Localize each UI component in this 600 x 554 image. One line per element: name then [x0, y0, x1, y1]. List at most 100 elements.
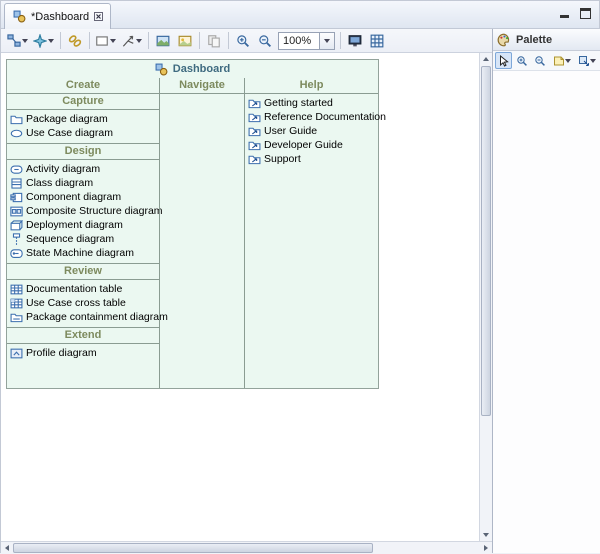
vertical-scrollbar-thumb[interactable]: [481, 66, 491, 416]
tab-title: *Dashboard: [31, 11, 89, 23]
shape-tool-button[interactable]: [93, 31, 119, 51]
shape-tool-icon: [95, 34, 109, 48]
select-tool-button[interactable]: [495, 52, 512, 69]
horizontal-scrollbar-thumb[interactable]: [13, 543, 373, 553]
chevron-down-icon: [110, 37, 117, 44]
minimize-button[interactable]: [559, 8, 570, 19]
palette-collapse-icon[interactable]: [589, 35, 597, 45]
maximize-button[interactable]: [580, 8, 591, 19]
zoom-out-icon: [258, 34, 272, 48]
list-item-composite-structure-diagram[interactable]: Composite Structure diagram: [7, 204, 159, 218]
list-item-user-guide[interactable]: User Guide: [245, 124, 378, 138]
wizard-menu-button[interactable]: [31, 31, 57, 51]
deployment-icon: [10, 219, 23, 232]
composite-icon: [10, 205, 23, 218]
palette-panel: Palette: [492, 29, 600, 553]
copy-button[interactable]: [203, 31, 225, 51]
ellipse-icon: [10, 127, 23, 140]
scroll-up-button[interactable]: [480, 53, 492, 65]
hyperlink-button[interactable]: [64, 31, 86, 51]
list-item-package-containment-diagram[interactable]: Package containment diagram: [7, 310, 159, 324]
list-item-profile-diagram[interactable]: Profile diagram: [7, 346, 159, 360]
scroll-down-button[interactable]: [480, 529, 492, 541]
list-item-usecase-cross-table[interactable]: Use Case cross table: [7, 296, 159, 310]
main-toolbar: 100%: [1, 29, 493, 53]
list-item-reference-documentation[interactable]: Reference Documentation: [245, 110, 378, 124]
select-tool-icon: [497, 54, 510, 68]
toolbar-separator: [148, 32, 149, 49]
chevron-down-icon: [590, 57, 597, 64]
toolbar-separator: [228, 32, 229, 49]
class-icon: [10, 177, 23, 190]
chevron-down-icon: [324, 37, 331, 44]
help-column: Help Getting started Reference Documenta…: [244, 78, 378, 388]
list-item-support[interactable]: Support: [245, 152, 378, 166]
chevron-down-icon: [22, 37, 29, 44]
toolbar-separator: [89, 32, 90, 49]
navigate-column: Navigate: [159, 78, 244, 388]
snapshot-icon: [156, 34, 170, 48]
palette-header[interactable]: Palette: [493, 29, 600, 51]
palette-zoom-out-button[interactable]: [532, 52, 549, 69]
list-item-getting-started[interactable]: Getting started: [245, 96, 378, 110]
list-item-deployment-diagram[interactable]: Deployment diagram: [7, 218, 159, 232]
nav-folder-icon: [248, 111, 261, 124]
review-section-header: Review: [7, 264, 159, 280]
nav-folder-icon: [248, 139, 261, 152]
list-item-documentation-table[interactable]: Documentation table: [7, 282, 159, 296]
list-item-statemachine-diagram[interactable]: State Machine diagram: [7, 246, 159, 260]
help-column-header: Help: [245, 78, 378, 94]
help-items: Getting started Reference Documentation …: [245, 94, 378, 169]
list-item-class-diagram[interactable]: Class diagram: [7, 176, 159, 190]
zoom-out-button[interactable]: [254, 31, 276, 51]
dashboard-tab-icon: [12, 10, 26, 24]
vertical-scrollbar[interactable]: [479, 53, 492, 541]
list-item-developer-guide[interactable]: Developer Guide: [245, 138, 378, 152]
note-tool-icon: [552, 54, 565, 68]
scroll-left-button[interactable]: [1, 542, 13, 554]
extend-section: Profile diagram: [7, 344, 159, 363]
chevron-down-icon: [565, 57, 572, 64]
note-tool-button[interactable]: [550, 52, 574, 69]
zoom-in-icon: [515, 54, 528, 68]
list-item-package-diagram[interactable]: Package diagram: [7, 112, 159, 126]
marker-tool-button[interactable]: [575, 52, 599, 69]
diagrams-menu-button[interactable]: [5, 31, 31, 51]
dashboard-widget: Dashboard Create Capture Package diagram: [6, 59, 379, 389]
extend-section-header: Extend: [7, 328, 159, 344]
chevron-down-icon: [48, 37, 55, 44]
nav-folder-icon: [248, 97, 261, 110]
wizard-menu-icon: [33, 34, 47, 48]
grid-button[interactable]: [366, 31, 388, 51]
horizontal-scrollbar[interactable]: [1, 541, 492, 554]
connector-tool-button[interactable]: [119, 31, 145, 51]
list-item-activity-diagram[interactable]: Activity diagram: [7, 162, 159, 176]
palette-icon: [497, 33, 511, 47]
package-diagram-icon: [10, 311, 23, 324]
screen-capture-icon: [348, 34, 362, 48]
zoom-level-combo: 100%: [278, 32, 335, 50]
tab-close-icon[interactable]: [94, 12, 103, 21]
window-buttons: [559, 8, 591, 19]
toolbar-separator: [60, 32, 61, 49]
list-item-usecase-diagram[interactable]: Use Case diagram: [7, 126, 159, 140]
list-item-sequence-diagram[interactable]: Sequence diagram: [7, 232, 159, 246]
zoom-level-input[interactable]: 100%: [278, 32, 320, 50]
tab-dashboard[interactable]: *Dashboard: [4, 3, 111, 29]
palette-zoom-in-button[interactable]: [513, 52, 530, 69]
zoom-in-button[interactable]: [232, 31, 254, 51]
zoom-level-dropdown[interactable]: [320, 32, 335, 50]
image-export-button[interactable]: [174, 31, 196, 51]
diagrams-menu-icon: [7, 34, 21, 48]
screen-capture-button[interactable]: [344, 31, 366, 51]
image-icon: [178, 34, 192, 48]
review-section: Documentation table Use Case cross table…: [7, 280, 159, 328]
copy-icon: [207, 34, 221, 48]
list-item-component-diagram[interactable]: Component diagram: [7, 190, 159, 204]
snapshot-button[interactable]: [152, 31, 174, 51]
diagram-canvas[interactable]: Dashboard Create Capture Package diagram: [1, 53, 479, 541]
marker-tool-icon: [577, 54, 590, 68]
scroll-right-button[interactable]: [480, 542, 492, 554]
capture-section-header: Capture: [7, 94, 159, 110]
palette-title: Palette: [516, 34, 584, 46]
